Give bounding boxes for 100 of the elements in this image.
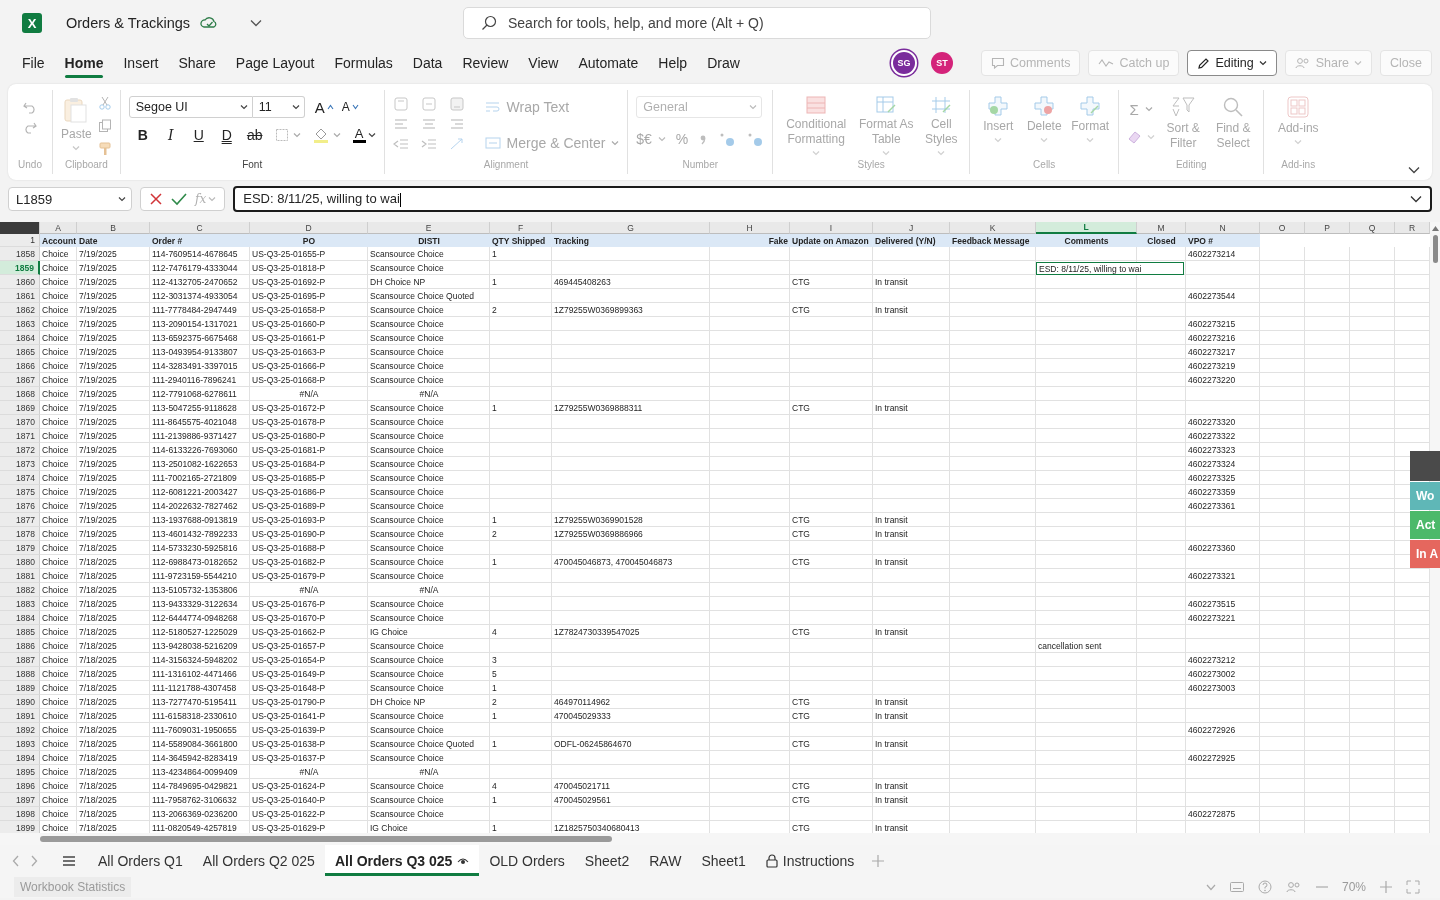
- menu-tab[interactable]: Insert: [113, 46, 169, 80]
- formula-input[interactable]: ESD: 8/11/25, willing to wai: [233, 186, 1432, 212]
- row-header[interactable]: 1877: [0, 513, 40, 527]
- font-name-dropdown[interactable]: Segoe UI: [128, 96, 253, 118]
- search-field[interactable]: Search for tools, help, and more (Alt + Q): [463, 7, 931, 39]
- table-cell: CTG: [792, 780, 810, 792]
- row-header[interactable]: 1873: [0, 457, 40, 471]
- row-header[interactable]: 1880: [0, 555, 40, 569]
- row-header[interactable]: 1898: [0, 807, 40, 821]
- row-header[interactable]: 1879: [0, 541, 40, 555]
- row-header[interactable]: 1872: [0, 443, 40, 457]
- row-header[interactable]: 1884: [0, 611, 40, 625]
- menu-tab[interactable]: View: [518, 46, 569, 80]
- row-header[interactable]: 1878: [0, 527, 40, 541]
- menu-tab[interactable]: Automate: [568, 46, 649, 80]
- table-cell: US-Q3-25-01685-P: [252, 472, 326, 484]
- row-header[interactable]: 1890: [0, 695, 40, 709]
- app-logo[interactable]: X: [22, 13, 42, 33]
- row-header[interactable]: 1862: [0, 303, 40, 317]
- caret-icon: [937, 150, 946, 156]
- menu-tab[interactable]: Draw: [697, 46, 750, 80]
- row-header[interactable]: 1896: [0, 779, 40, 793]
- underline-button[interactable]: U: [190, 127, 207, 143]
- editing-button[interactable]: Editing: [1187, 50, 1277, 76]
- row-header[interactable]: 1891: [0, 709, 40, 723]
- sheet-tab[interactable]: Instructions: [755, 845, 865, 876]
- row-header[interactable]: 1869: [0, 401, 40, 415]
- menu-tab[interactable]: File: [12, 46, 55, 80]
- table-cell: Choice: [42, 626, 69, 638]
- row-header[interactable]: 1899: [0, 821, 40, 833]
- menu-tab[interactable]: Page Layout: [225, 46, 325, 80]
- scroll-thumb[interactable]: [40, 836, 612, 842]
- table-cell: 7/19/2025: [79, 458, 117, 470]
- font-color-button[interactable]: A: [352, 124, 376, 146]
- row-header[interactable]: 1861: [0, 289, 40, 303]
- row-header[interactable]: 1866: [0, 359, 40, 373]
- row-header[interactable]: 1864: [0, 331, 40, 345]
- row-header[interactable]: 1874: [0, 471, 40, 485]
- shrink-font-button[interactable]: A: [341, 96, 359, 118]
- row-header[interactable]: 1888: [0, 667, 40, 681]
- row-header[interactable]: 1867: [0, 373, 40, 387]
- table-cell: 4602273320: [1188, 416, 1236, 428]
- table-cell: Choice: [42, 276, 69, 288]
- row-header[interactable]: 1868: [0, 387, 40, 401]
- double-button[interactable]: D: [218, 127, 235, 143]
- row-header[interactable]: 1892: [0, 723, 40, 737]
- row-header[interactable]: 1863: [0, 317, 40, 331]
- menu-tab[interactable]: Home: [54, 46, 114, 80]
- row-header[interactable]: 1889: [0, 681, 40, 695]
- row-header[interactable]: 1859: [0, 261, 40, 275]
- menu-tab[interactable]: Help: [648, 46, 698, 80]
- menu-tab[interactable]: Share: [168, 46, 226, 80]
- strike-button[interactable]: ab: [246, 127, 263, 143]
- table-cell: 7/18/2025: [79, 668, 117, 680]
- row-header[interactable]: 1: [0, 234, 40, 247]
- row-header[interactable]: 1876: [0, 499, 40, 513]
- column-header[interactable]: P: [1305, 222, 1350, 234]
- row-header[interactable]: 1865: [0, 345, 40, 359]
- menu-tab[interactable]: Data: [402, 46, 453, 80]
- sheet-tab[interactable]: All Orders Q1: [88, 845, 193, 876]
- row-header[interactable]: 1883: [0, 597, 40, 611]
- row-header[interactable]: 1875: [0, 485, 40, 499]
- table-cell: US-Q3-25-01639-P: [252, 724, 326, 736]
- row-header[interactable]: 1887: [0, 653, 40, 667]
- cell-editor[interactable]: ESD: 8/11/25, willing to wai: [1036, 261, 1184, 275]
- column-header[interactable]: O: [1260, 222, 1305, 234]
- user-avatar[interactable]: SG: [892, 52, 915, 74]
- column-header[interactable]: Q: [1350, 222, 1395, 234]
- wrap-icon: [484, 101, 501, 113]
- row-header[interactable]: 1870: [0, 415, 40, 429]
- italic-button[interactable]: I: [162, 127, 179, 143]
- column-header[interactable]: L: [1036, 222, 1137, 234]
- row-header[interactable]: 1895: [0, 765, 40, 779]
- sheet-tab[interactable]: RAW: [639, 845, 692, 876]
- user-avatar[interactable]: ST: [930, 52, 953, 74]
- row-header[interactable]: 1858: [0, 247, 40, 261]
- row-header[interactable]: 1881: [0, 569, 40, 583]
- document-title[interactable]: Orders & Trackings: [66, 15, 191, 31]
- table-cell: Choice: [42, 458, 69, 470]
- bold-button[interactable]: B: [134, 127, 151, 143]
- sheet-tab[interactable]: All Orders Q3 025: [324, 845, 480, 876]
- grow-font-button[interactable]: A: [314, 96, 334, 118]
- row-header[interactable]: 1885: [0, 625, 40, 639]
- sheet-tab[interactable]: Sheet1: [691, 845, 756, 876]
- menu-tab[interactable]: Formulas: [324, 46, 403, 80]
- font-size-dropdown[interactable]: 11: [252, 96, 305, 118]
- row-header[interactable]: 1893: [0, 737, 40, 751]
- row-header[interactable]: 1871: [0, 429, 40, 443]
- row-header[interactable]: 1894: [0, 751, 40, 765]
- row-header[interactable]: 1897: [0, 793, 40, 807]
- scroll-thumb[interactable]: [1432, 235, 1438, 263]
- name-box[interactable]: L1859: [8, 187, 132, 211]
- row-header[interactable]: 1882: [0, 583, 40, 597]
- sheet-tab[interactable]: Sheet2: [574, 845, 640, 876]
- sheet-tab[interactable]: All Orders Q2 025: [192, 845, 325, 876]
- row-header[interactable]: 1886: [0, 639, 40, 653]
- row-header[interactable]: 1860: [0, 275, 40, 289]
- select-all-corner[interactable]: [0, 222, 40, 234]
- menu-tab[interactable]: Review: [452, 46, 519, 80]
- sheet-tab[interactable]: OLD Orders: [479, 845, 575, 876]
